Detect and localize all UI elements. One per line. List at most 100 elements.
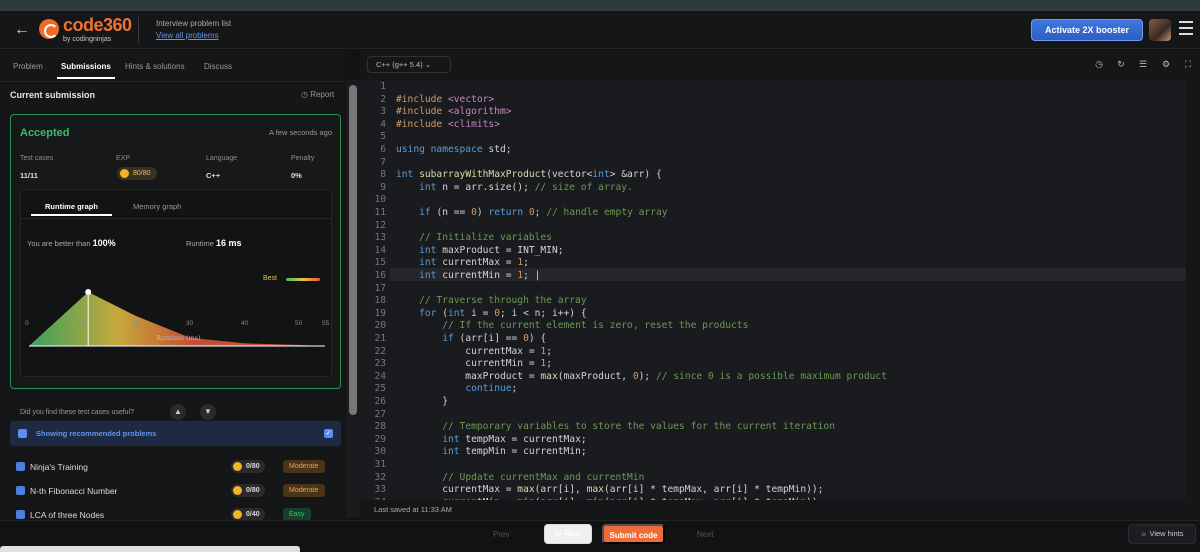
recommended-toggle[interactable]: Showing recommended problems ✓: [10, 421, 341, 446]
submission-time: A few seconds ago: [269, 128, 332, 137]
better-than-value: 100%: [92, 238, 116, 248]
runtime-label: Runtime: [186, 239, 214, 248]
line-number: 18: [374, 295, 386, 307]
difficulty-badge: Moderate: [283, 460, 325, 473]
fullscreen-icon[interactable]: ⛶: [1183, 59, 1193, 69]
line-number: 9: [380, 181, 386, 193]
current-submission-title: Current submission: [10, 90, 96, 100]
problem-icon: [16, 486, 25, 495]
stat-value-test-cases: 11/11: [20, 171, 38, 180]
language-value: C++ (g++ 5.4): [376, 60, 423, 69]
x-axis-label: Runtime (ms): [156, 334, 201, 342]
run-label: Run: [564, 529, 580, 538]
line-number: 29: [374, 433, 386, 445]
clock-icon[interactable]: ◷: [1094, 59, 1104, 69]
x-tick: 20: [132, 320, 140, 327]
checkbox-icon[interactable]: ✓: [324, 429, 333, 438]
recommended-label: Showing recommended problems: [36, 429, 157, 438]
tab-problem[interactable]: Problem: [13, 62, 43, 71]
line-number: 1: [380, 81, 386, 92]
line-number: 7: [380, 156, 386, 168]
logo-text[interactable]: code360: [63, 15, 132, 36]
problem-list-title: Interview problem list: [156, 19, 232, 28]
next-button[interactable]: Next: [697, 530, 713, 539]
line-number: 25: [374, 383, 386, 395]
hamburger-menu-icon[interactable]: [1179, 21, 1193, 39]
code-line: int tempMin = currentMin;: [442, 446, 587, 458]
line-number: 24: [374, 370, 386, 382]
prev-button[interactable]: Prev: [493, 530, 509, 539]
line-number: 16: [374, 270, 386, 281]
stat-value-language: C++: [206, 171, 221, 180]
line-number: 28: [374, 421, 386, 433]
tab-memory-graph[interactable]: Memory graph: [133, 202, 181, 211]
report-button[interactable]: ◷ Report: [301, 90, 334, 99]
right-collapsed-panel[interactable]: [1186, 80, 1200, 520]
left-scrollbar[interactable]: [346, 80, 360, 518]
view-hints-button[interactable]: ☼ View hints: [1128, 524, 1196, 544]
thumbs-up-icon[interactable]: ▲: [170, 404, 186, 420]
runtime-text: Runtime 16 ms: [186, 238, 242, 248]
your-runtime-point: [85, 289, 92, 295]
thumbs-down-icon[interactable]: ▼: [200, 404, 216, 420]
graph-tab-divider: [21, 218, 331, 219]
notes-icon[interactable]: ☰: [1138, 59, 1148, 69]
code-line: currentMin = 1;: [396, 358, 552, 370]
stat-label-test-cases: Test cases: [20, 155, 54, 162]
best-legend-label: Best: [263, 275, 278, 282]
top-strip: [0, 0, 1200, 11]
code-line: #include <vector>: [396, 93, 495, 105]
better-than-label: You are better than: [27, 239, 91, 248]
problem-name[interactable]: LCA of three Nodes: [30, 510, 104, 520]
line-number: 11: [374, 207, 386, 218]
line-number: 6: [380, 144, 386, 155]
report-label: Report: [310, 90, 335, 99]
code-line: // Temporary variables to store the valu…: [442, 421, 835, 433]
avatar[interactable]: [1149, 19, 1171, 41]
x-tick: 40: [241, 320, 249, 327]
code-line: int subarrayWithMaxProduct(vector<int> &…: [396, 169, 662, 181]
tab-hints-solutions[interactable]: Hints & solutions: [125, 62, 185, 71]
view-all-problems-link[interactable]: View all problems: [156, 31, 219, 40]
exp-badge: 80/80: [117, 167, 157, 180]
xp-badge: 0/80: [231, 460, 265, 473]
line-number: 32: [374, 471, 386, 483]
stat-value-penalty: 0%: [291, 171, 302, 180]
tab-discuss[interactable]: Discuss: [204, 62, 232, 71]
code-line: // Update currentMax and currentMin: [442, 471, 645, 483]
logo-subtext: by codingninjas: [63, 36, 112, 43]
problem-icon: [16, 462, 25, 471]
reset-icon[interactable]: ↻: [1116, 59, 1126, 69]
problem-name[interactable]: Ninja's Training: [30, 462, 88, 472]
line-number: 5: [380, 131, 386, 143]
code-editor[interactable]: 1 2 3 4 5 6 7 8 9 10 11 12 13 14 15 16 17 18 19 20 21 22 23 24 2…: [360, 80, 1186, 500]
code-line: currentMax = max(arr[i], max(arr[i] * te…: [396, 484, 824, 496]
settings-icon[interactable]: ⚙: [1161, 59, 1171, 69]
line-number: 14: [374, 244, 386, 256]
language-select[interactable]: C++ (g++ 5.4) ⌄: [367, 56, 451, 73]
line-number: 19: [374, 307, 386, 319]
problem-name[interactable]: N-th Fibonacci Number: [30, 486, 117, 496]
run-button[interactable]: ▷ Run: [544, 524, 592, 544]
activate-booster-button[interactable]: Activate 2X booster: [1031, 19, 1143, 41]
view-hints-label: View hints: [1149, 529, 1184, 538]
header-divider: [138, 17, 139, 43]
best-legend-line: [286, 278, 320, 281]
submit-code-button[interactable]: Submit code: [602, 524, 665, 544]
tab-submissions[interactable]: Submissions: [57, 62, 115, 79]
code-line: // Initialize variables: [419, 232, 552, 244]
scrollbar-thumb[interactable]: [349, 85, 357, 415]
list-item[interactable]: N-th Fibonacci Number 0/80 Moderate: [10, 482, 330, 502]
graph-panel: Runtime graph Memory graph You are bette…: [20, 189, 332, 377]
line-number: 12: [374, 219, 386, 231]
tab-runtime-graph[interactable]: Runtime graph: [31, 202, 112, 216]
list-item[interactable]: LCA of three Nodes 0/40 Easy: [10, 506, 330, 520]
useful-question: Did you find these test cases useful?: [20, 409, 135, 416]
line-number: 3: [380, 106, 386, 118]
list-item[interactable]: Ninja's Training 0/80 Moderate: [10, 458, 330, 478]
back-arrow-icon[interactable]: ←: [14, 21, 30, 39]
code-line: if (n == 0) return 0; // handle empty ar…: [419, 207, 668, 218]
x-tick: 55: [322, 320, 330, 327]
header: ← code360 by codingninjas Interview prob…: [0, 11, 1200, 49]
logo-icon[interactable]: [39, 19, 59, 39]
